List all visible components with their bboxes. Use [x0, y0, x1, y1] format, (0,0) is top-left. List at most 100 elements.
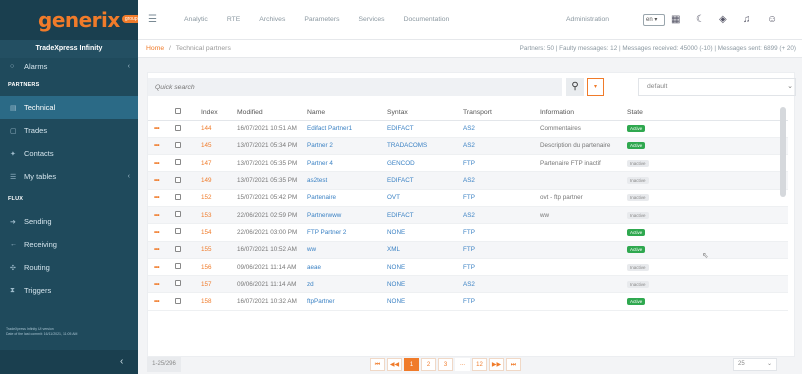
row-checkbox-cell[interactable]: [175, 275, 201, 294]
last-page-button[interactable]: ⏭: [506, 358, 521, 371]
row-checkbox[interactable]: [175, 124, 181, 131]
header-transport[interactable]: Transport: [463, 105, 540, 121]
row-checkbox[interactable]: [175, 193, 181, 200]
row-checkbox-cell[interactable]: [175, 258, 201, 277]
header-index[interactable]: Index: [201, 105, 237, 121]
table-row[interactable]: ••• 149 13/07/2021 05:35 PM as2test EDIFACT A…: [148, 171, 788, 190]
sidebar-item-alarms[interactable]: ○ Alarms ‹: [0, 58, 138, 74]
table-scrollbar[interactable]: [780, 107, 786, 197]
page-button-3[interactable]: 3: [438, 358, 453, 371]
table-row[interactable]: ••• 155 16/07/2021 10:52 AM ww XML FTP Active: [148, 241, 788, 259]
page-button-2[interactable]: 2: [421, 358, 436, 371]
row-checkbox[interactable]: [175, 245, 181, 252]
row-checkbox-cell[interactable]: [175, 206, 201, 225]
page-button-12[interactable]: 12: [472, 358, 487, 371]
cell-name[interactable]: aeae: [307, 258, 387, 277]
sidebar-item-contacts[interactable]: ✦ Contacts: [0, 142, 138, 165]
row-checkbox[interactable]: [175, 211, 181, 218]
row-checkbox[interactable]: [175, 263, 181, 270]
cell-name[interactable]: Partnerwww: [307, 206, 387, 225]
search-button[interactable]: ⚲: [566, 78, 584, 96]
header-syntax[interactable]: Syntax: [387, 105, 463, 121]
logo[interactable]: generix group ❯: [0, 0, 150, 40]
sidebar-item-triggers[interactable]: ⧗ Triggers: [0, 279, 138, 302]
view-select[interactable]: default ⌄: [638, 78, 796, 96]
first-page-button[interactable]: ⏮: [370, 358, 385, 371]
cell-name[interactable]: ww: [307, 241, 387, 259]
grid-icon[interactable]: ▦: [671, 14, 680, 25]
breadcrumb-home[interactable]: Home: [146, 45, 164, 52]
row-checkbox-cell[interactable]: [175, 154, 201, 173]
cell-name[interactable]: ftpPartner: [307, 292, 387, 311]
cell-name[interactable]: Edifact Partner1: [307, 120, 387, 138]
administration-link[interactable]: Administration: [566, 16, 609, 23]
page-button-1[interactable]: 1: [404, 358, 419, 371]
row-checkbox-cell[interactable]: [175, 171, 201, 190]
header-name[interactable]: Name: [307, 105, 387, 121]
table-row[interactable]: ••• 156 09/06/2021 11:14 AM aeae NONE FTP Inac…: [148, 258, 788, 277]
row-actions-button[interactable]: •••: [148, 206, 175, 225]
sidebar-item-routing[interactable]: ✣ Routing: [0, 256, 138, 279]
row-actions-button[interactable]: •••: [148, 171, 175, 190]
table-row[interactable]: ••• 154 22/06/2021 03:00 PM FTP Partner 2 NO…: [148, 223, 788, 242]
row-checkbox-cell[interactable]: [175, 223, 201, 242]
row-checkbox-cell[interactable]: [175, 292, 201, 311]
table-row[interactable]: ••• 153 22/06/2021 02:59 PM Partnerwww EDIFA…: [148, 206, 788, 225]
header-modified[interactable]: Modified: [237, 105, 307, 121]
hamburger-icon[interactable]: ☰: [148, 14, 168, 25]
row-actions-button[interactable]: •••: [148, 120, 175, 138]
row-checkbox-cell[interactable]: [175, 120, 201, 138]
row-actions-button[interactable]: •••: [148, 275, 175, 294]
table-row[interactable]: ••• 144 16/07/2021 10:51 AM Edifact Partner…: [148, 120, 788, 138]
cell-name[interactable]: FTP Partner 2: [307, 223, 387, 242]
sidebar-item-trades[interactable]: ▢ Trades: [0, 119, 138, 142]
page-size-select[interactable]: 25 ⌄: [733, 358, 777, 371]
row-actions-button[interactable]: •••: [148, 292, 175, 311]
row-actions-button[interactable]: •••: [148, 137, 175, 156]
row-checkbox[interactable]: [175, 159, 181, 166]
moon-icon[interactable]: ☾: [696, 14, 705, 25]
header-checkbox[interactable]: [175, 105, 201, 121]
row-checkbox[interactable]: [175, 176, 181, 183]
tag-icon[interactable]: ◈: [719, 14, 727, 25]
row-checkbox[interactable]: [175, 297, 181, 304]
table-row[interactable]: ••• 152 15/07/2021 05:42 PM Partenaire OVT FT…: [148, 189, 788, 207]
select-all-checkbox[interactable]: [175, 108, 181, 115]
row-checkbox[interactable]: [175, 280, 181, 287]
sidebar-collapse-button[interactable]: ‹: [0, 350, 138, 374]
prev-page-button[interactable]: ◀◀: [387, 358, 402, 371]
header-state[interactable]: State: [627, 105, 788, 121]
row-checkbox[interactable]: [175, 228, 181, 235]
topnav-documentation[interactable]: Documentation: [404, 16, 450, 23]
quick-search-input[interactable]: [148, 78, 562, 96]
row-checkbox-cell[interactable]: [175, 137, 201, 156]
sidebar-item-sending[interactable]: ➜ Sending: [0, 210, 138, 233]
next-page-button[interactable]: ▶▶: [489, 358, 504, 371]
sidebar-item-my-tables[interactable]: ☰ My tables ‹: [0, 165, 138, 188]
row-checkbox-cell[interactable]: [175, 241, 201, 259]
row-actions-button[interactable]: •••: [148, 189, 175, 207]
topnav-rte[interactable]: RTE: [227, 16, 240, 23]
table-row[interactable]: ••• 158 16/07/2021 10:32 AM ftpPartner NONE F…: [148, 292, 788, 311]
table-row[interactable]: ••• 157 09/06/2021 11:14 AM zd NONE AS2 Inacti…: [148, 275, 788, 294]
language-select[interactable]: en ▾: [643, 13, 665, 26]
cell-name[interactable]: as2test: [307, 171, 387, 190]
topnav-analytic[interactable]: Analytic: [184, 16, 208, 23]
row-actions-button[interactable]: •••: [148, 258, 175, 277]
bell-icon[interactable]: ♫: [743, 14, 751, 25]
row-actions-button[interactable]: •••: [148, 241, 175, 259]
row-checkbox-cell[interactable]: [175, 189, 201, 207]
cell-name[interactable]: Partner 2: [307, 137, 387, 156]
cell-name[interactable]: Partner 4: [307, 154, 387, 173]
table-row[interactable]: ••• 145 13/07/2021 05:34 PM Partner 2 TRADAC…: [148, 137, 788, 156]
table-row[interactable]: ••• 147 13/07/2021 05:35 PM Partner 4 GENCOD…: [148, 154, 788, 173]
row-checkbox[interactable]: [175, 141, 181, 148]
sidebar-item-technical[interactable]: ▤ Technical: [0, 96, 138, 119]
cell-name[interactable]: Partenaire: [307, 189, 387, 207]
cell-name[interactable]: zd: [307, 275, 387, 294]
search-options-button[interactable]: ▾: [587, 78, 604, 96]
user-icon[interactable]: ☺: [767, 14, 777, 25]
topnav-archives[interactable]: Archives: [259, 16, 285, 23]
row-actions-button[interactable]: •••: [148, 223, 175, 242]
row-actions-button[interactable]: •••: [148, 154, 175, 173]
